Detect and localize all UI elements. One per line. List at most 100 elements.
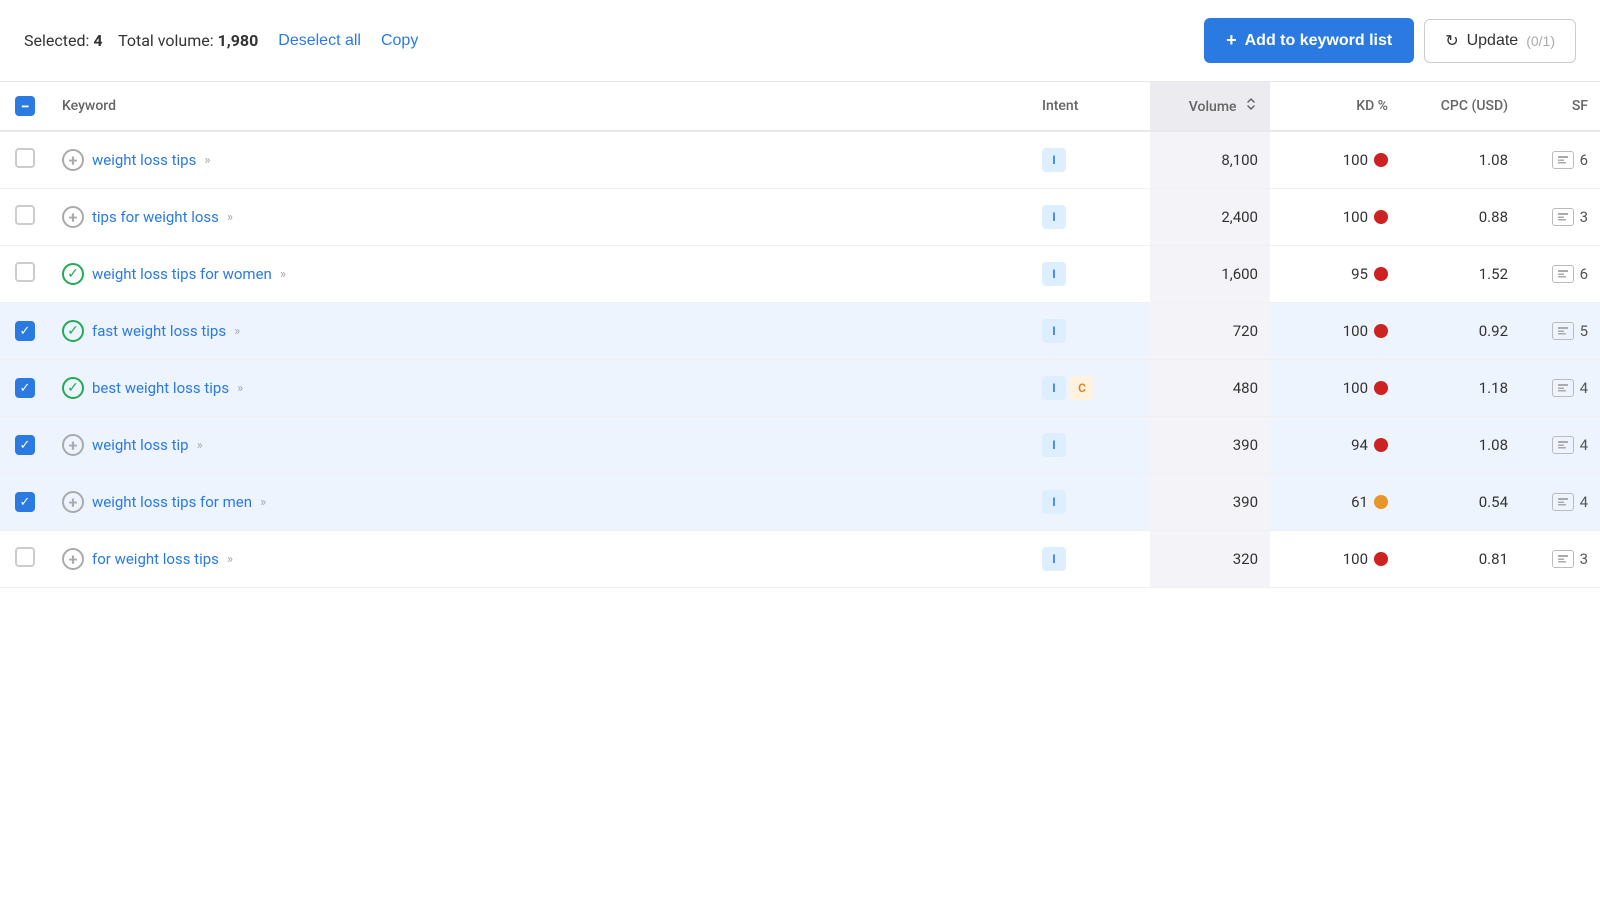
header-keyword: Keyword bbox=[50, 82, 1030, 131]
top-bar-actions: + Add to keyword list ↻ Update (0/1) bbox=[1204, 18, 1576, 63]
row-checkbox-cell[interactable]: ✓ bbox=[0, 417, 50, 474]
row-kd-cell: 94 bbox=[1270, 417, 1400, 474]
row-cpc: 1.08 bbox=[1479, 436, 1508, 454]
row-checkbox-cell[interactable] bbox=[0, 531, 50, 588]
keyword-drilldown-icon[interactable]: » bbox=[227, 210, 233, 225]
row-sf-cell: 3 bbox=[1520, 531, 1600, 588]
plus-icon: + bbox=[1226, 30, 1237, 51]
serp-feature-icon[interactable] bbox=[1552, 265, 1574, 283]
keyword-drilldown-icon[interactable]: » bbox=[280, 267, 286, 282]
copy-button[interactable]: Copy bbox=[381, 32, 418, 50]
row-kd: 94 bbox=[1351, 436, 1368, 454]
keyword-drilldown-icon[interactable]: » bbox=[237, 381, 243, 396]
row-cpc: 1.18 bbox=[1479, 379, 1508, 397]
keyword-link[interactable]: fast weight loss tips bbox=[92, 322, 226, 340]
row-cpc-cell: 0.92 bbox=[1400, 303, 1520, 360]
row-volume-cell: 1,600 bbox=[1150, 246, 1270, 303]
keyword-add-icon[interactable]: + bbox=[62, 548, 84, 570]
update-button[interactable]: ↻ Update (0/1) bbox=[1424, 19, 1576, 63]
keyword-link[interactable]: weight loss tip bbox=[92, 436, 189, 454]
row-checkbox-cell[interactable]: ✓ bbox=[0, 303, 50, 360]
row-kd: 100 bbox=[1343, 322, 1368, 340]
row-keyword-cell: + tips for weight loss » bbox=[50, 189, 1030, 246]
kd-difficulty-dot bbox=[1374, 552, 1388, 566]
row-cpc: 1.08 bbox=[1479, 151, 1508, 169]
row-cpc-cell: 0.88 bbox=[1400, 189, 1520, 246]
row-sf-cell: 4 bbox=[1520, 360, 1600, 417]
serp-feature-icon[interactable] bbox=[1552, 493, 1574, 511]
keyword-link[interactable]: for weight loss tips bbox=[92, 550, 219, 568]
row-intent-cell: I bbox=[1030, 189, 1150, 246]
row-checkbox[interactable] bbox=[15, 148, 35, 168]
keyword-drilldown-icon[interactable]: » bbox=[260, 495, 266, 510]
serp-feature-icon[interactable] bbox=[1552, 550, 1574, 568]
keyword-drilldown-icon[interactable]: » bbox=[197, 438, 203, 453]
intent-badge-informational: I bbox=[1042, 376, 1066, 400]
row-checkbox[interactable]: ✓ bbox=[15, 492, 35, 512]
keyword-add-icon[interactable]: + bbox=[62, 434, 84, 456]
row-kd: 95 bbox=[1351, 265, 1368, 283]
table-row: ✓ ✓ best weight loss tips » IC480 100 1.… bbox=[0, 360, 1600, 417]
row-intent-cell: I bbox=[1030, 131, 1150, 189]
keyword-drilldown-icon[interactable]: » bbox=[204, 153, 210, 168]
row-kd-cell: 100 bbox=[1270, 131, 1400, 189]
table-row: ✓ + weight loss tip » I390 94 1.08 4 bbox=[0, 417, 1600, 474]
keyword-link[interactable]: weight loss tips for women bbox=[92, 265, 272, 283]
row-cpc-cell: 1.08 bbox=[1400, 131, 1520, 189]
deselect-all-button[interactable]: Deselect all bbox=[278, 32, 361, 50]
row-volume: 320 bbox=[1233, 550, 1258, 568]
keyword-add-icon[interactable]: + bbox=[62, 149, 84, 171]
add-to-keyword-list-button[interactable]: + Add to keyword list bbox=[1204, 18, 1414, 63]
refresh-icon: ↻ bbox=[1445, 31, 1458, 51]
row-checkbox[interactable] bbox=[15, 205, 35, 225]
serp-feature-icon[interactable] bbox=[1552, 436, 1574, 454]
header-volume[interactable]: Volume bbox=[1150, 82, 1270, 131]
row-intent-cell: I bbox=[1030, 417, 1150, 474]
keyword-link[interactable]: best weight loss tips bbox=[92, 379, 229, 397]
keyword-add-icon[interactable]: + bbox=[62, 206, 84, 228]
selected-count: 4 bbox=[93, 31, 102, 50]
keyword-link[interactable]: tips for weight loss bbox=[92, 208, 219, 226]
row-checkbox[interactable]: ✓ bbox=[15, 435, 35, 455]
row-sf-cell: 5 bbox=[1520, 303, 1600, 360]
serp-feature-icon[interactable] bbox=[1552, 208, 1574, 226]
row-checkbox[interactable]: ✓ bbox=[15, 378, 35, 398]
row-checkbox-cell[interactable]: ✓ bbox=[0, 360, 50, 417]
kd-difficulty-dot bbox=[1374, 381, 1388, 395]
keyword-add-icon[interactable]: + bbox=[62, 491, 84, 513]
row-cpc: 0.54 bbox=[1479, 493, 1508, 511]
row-keyword-cell: + weight loss tips for men » bbox=[50, 474, 1030, 531]
row-keyword-cell: + weight loss tips » bbox=[50, 131, 1030, 189]
intent-badge-informational: I bbox=[1042, 319, 1066, 343]
row-kd: 100 bbox=[1343, 550, 1368, 568]
row-volume: 720 bbox=[1233, 322, 1258, 340]
row-volume-cell: 320 bbox=[1150, 531, 1270, 588]
table-row: + tips for weight loss » I 2,400 100 0.88… bbox=[0, 189, 1600, 246]
intent-badge-informational: I bbox=[1042, 205, 1066, 229]
keyword-link[interactable]: weight loss tips for men bbox=[92, 493, 252, 511]
serp-feature-icon[interactable] bbox=[1552, 379, 1574, 397]
row-checkbox-cell[interactable] bbox=[0, 131, 50, 189]
serp-feature-icon[interactable] bbox=[1552, 151, 1574, 169]
row-checkbox-cell[interactable] bbox=[0, 246, 50, 303]
keyword-drilldown-icon[interactable]: » bbox=[234, 324, 240, 339]
row-checkbox[interactable] bbox=[15, 262, 35, 282]
row-checkbox-cell[interactable]: ✓ bbox=[0, 474, 50, 531]
row-cpc: 1.52 bbox=[1479, 265, 1508, 283]
row-checkbox-cell[interactable] bbox=[0, 189, 50, 246]
row-kd: 100 bbox=[1343, 208, 1368, 226]
top-bar: Selected: 4 Total volume: 1,980 Deselect… bbox=[0, 0, 1600, 82]
row-checkbox[interactable] bbox=[15, 547, 35, 567]
table-row: ✓ weight loss tips for women » I1,600 95… bbox=[0, 246, 1600, 303]
keyword-link[interactable]: weight loss tips bbox=[92, 151, 196, 169]
keyword-drilldown-icon[interactable]: » bbox=[227, 552, 233, 567]
intent-badge-informational: I bbox=[1042, 490, 1066, 514]
row-kd-cell: 100 bbox=[1270, 303, 1400, 360]
row-volume-cell: 2,400 bbox=[1150, 189, 1270, 246]
row-checkbox[interactable]: ✓ bbox=[15, 321, 35, 341]
row-sf-cell: 3 bbox=[1520, 189, 1600, 246]
header-checkbox-cell[interactable]: − bbox=[0, 82, 50, 131]
serp-feature-icon[interactable] bbox=[1552, 322, 1574, 340]
total-volume: 1,980 bbox=[218, 31, 259, 50]
select-all-checkbox[interactable]: − bbox=[15, 96, 35, 116]
